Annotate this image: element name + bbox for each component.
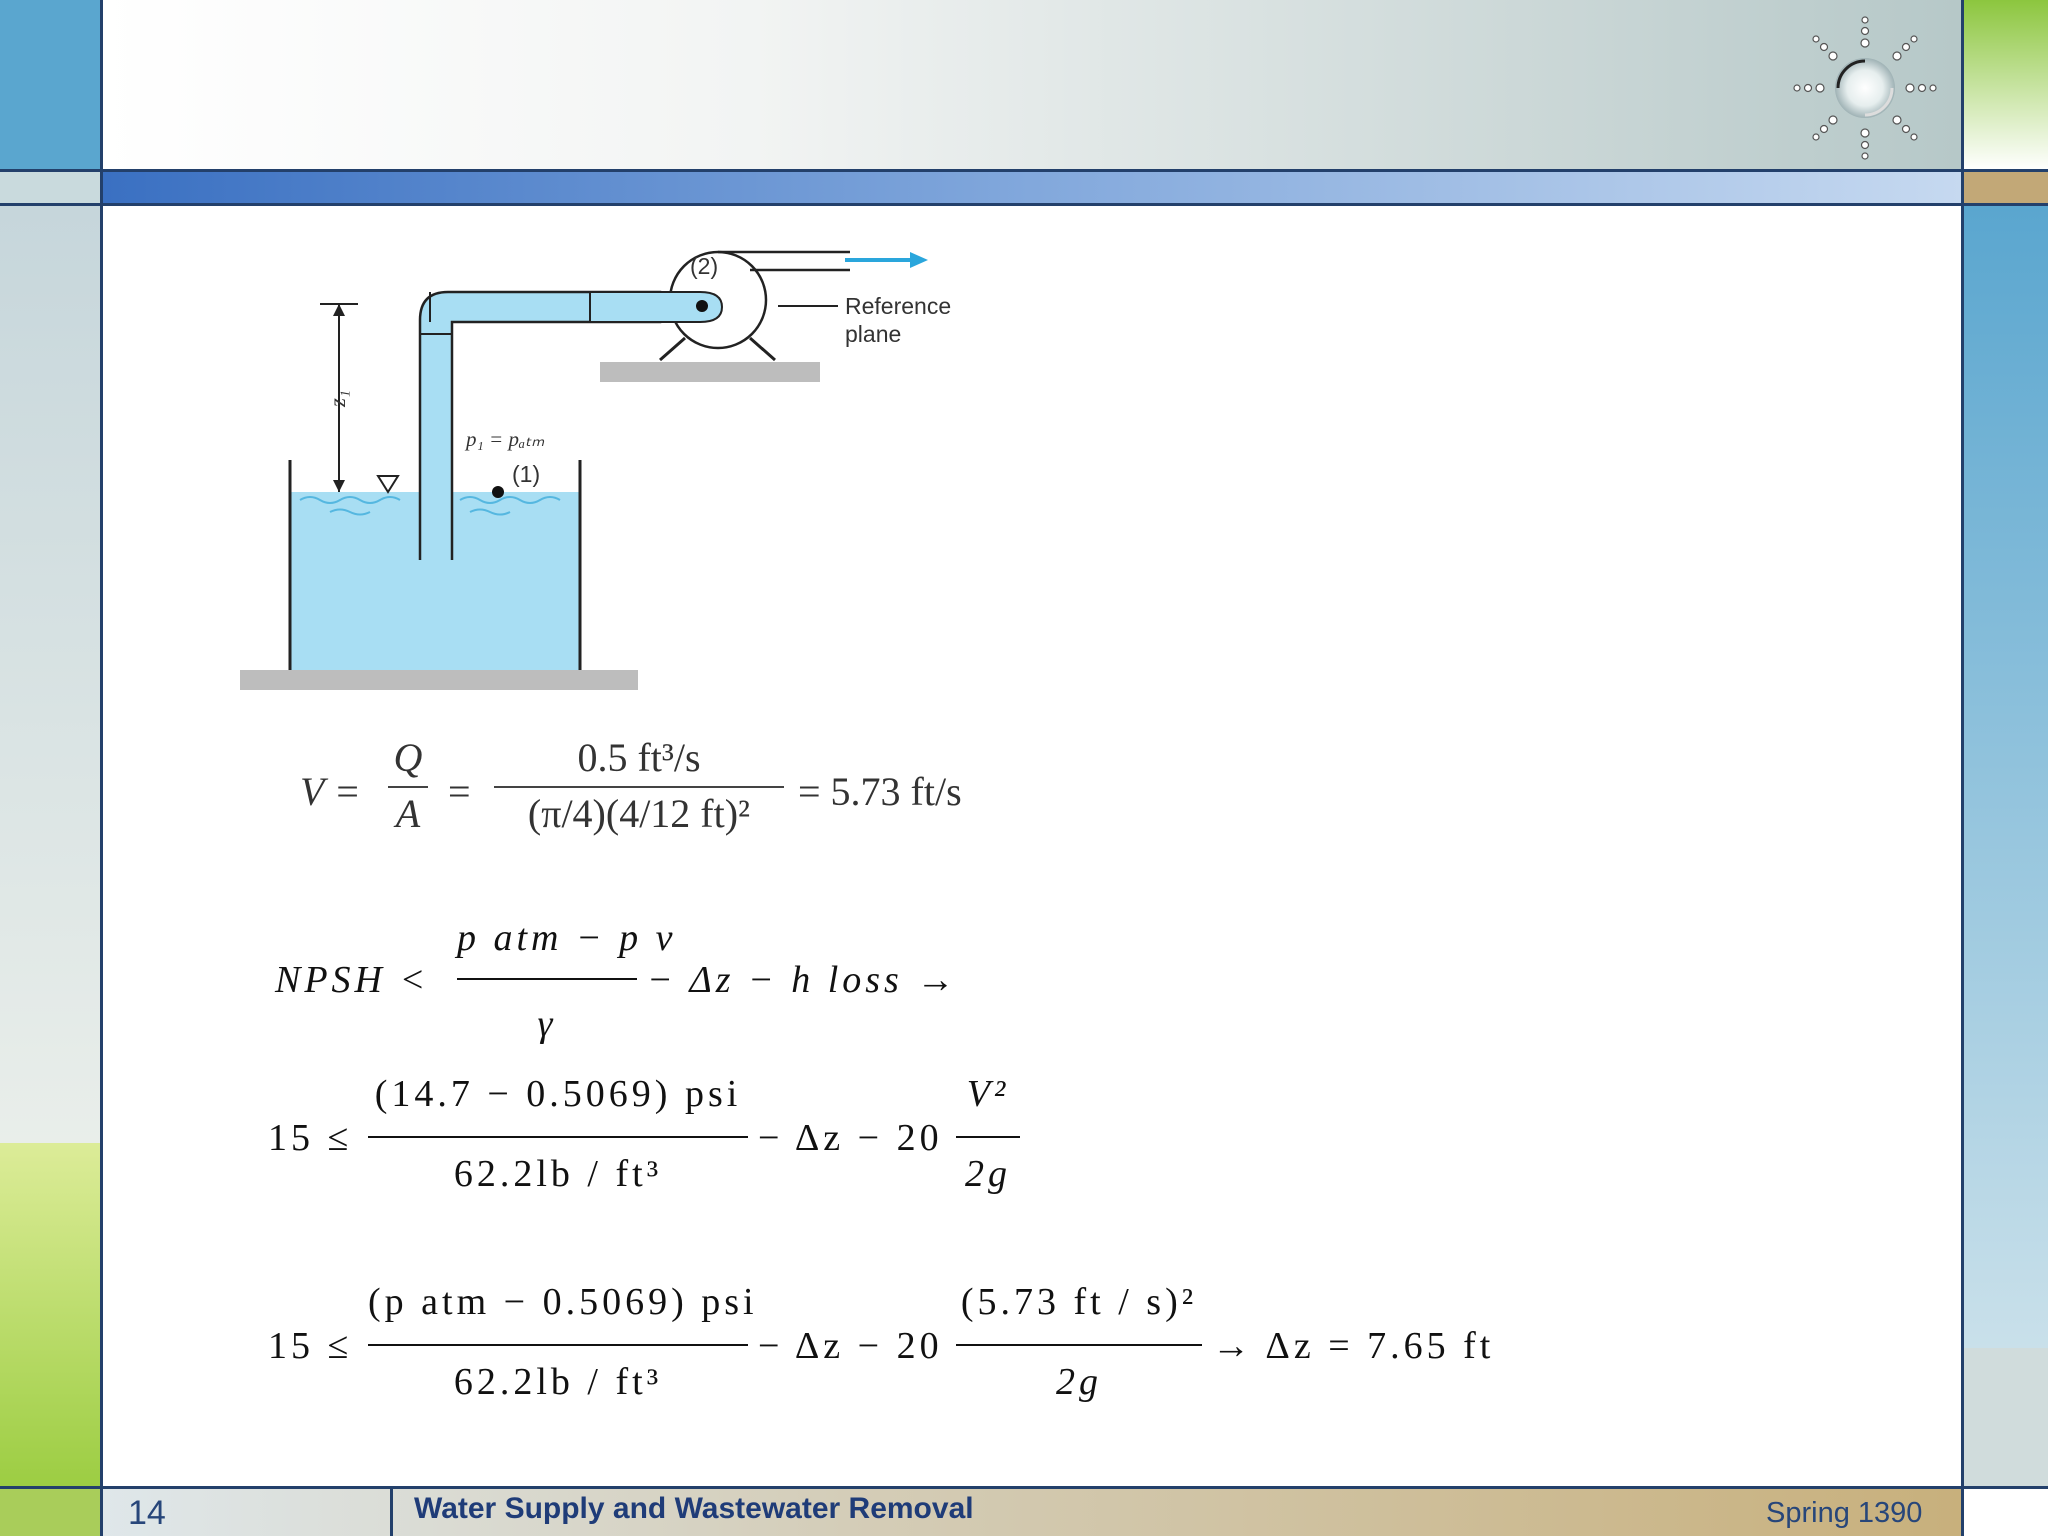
header-divider-top xyxy=(0,169,2048,172)
left-column-green xyxy=(0,1143,102,1488)
point-2-dot xyxy=(696,300,708,312)
right-column-band xyxy=(1963,170,2048,205)
right-column-top xyxy=(1963,0,2048,170)
eq2-middle: − Δz − 20 xyxy=(758,1117,943,1159)
eq3-lhs: 15 ≤ xyxy=(268,1325,353,1367)
header-gradient-band xyxy=(102,170,1963,205)
footer-separator xyxy=(390,1488,393,1536)
q-numerator: Q xyxy=(393,735,423,780)
page-number: 14 xyxy=(128,1494,166,1532)
eq3-v-numerator: (5.73 ft / s)² xyxy=(960,1281,1198,1323)
npsh-denominator: γ xyxy=(537,1003,557,1045)
point-2-label: (2) xyxy=(690,253,718,279)
header-divider-bottom xyxy=(0,203,2048,206)
eq3-v-denominator: 2g xyxy=(1056,1361,1102,1403)
a-denominator: A xyxy=(395,791,421,836)
slide-header xyxy=(102,0,1963,170)
course-title: Water Supply and Wastewater Removal xyxy=(414,1492,974,1525)
free-surface-icon xyxy=(376,475,400,494)
tank-ground xyxy=(240,670,638,690)
slide-footer xyxy=(102,1488,1963,1536)
sun-logo-icon xyxy=(1793,16,1937,160)
p1-label: p₁ = pₐₜₘ xyxy=(464,427,545,451)
velocity-result: = 5.73 ft/s xyxy=(798,769,962,814)
right-column-lower xyxy=(1963,1348,2048,1488)
eq2-lhs: 15 ≤ xyxy=(268,1117,353,1159)
left-column-top xyxy=(0,0,102,170)
velocity-denominator: (π/4)(4/12 ft)² xyxy=(527,791,751,836)
pump-tank-diagram: (2) Reference plane z₁ p₁ = pₐₜₘ (1) xyxy=(240,250,951,690)
velocity-numerator: 0.5 ft³/s xyxy=(577,735,701,780)
eq2-v-numerator: V² xyxy=(966,1073,1010,1115)
z1-label: z₁ xyxy=(325,390,350,408)
point-1-dot xyxy=(492,486,504,498)
npsh-rest: − Δz − h loss → xyxy=(647,959,959,1001)
reference-label-plane: plane xyxy=(845,321,901,347)
npsh-numerator: p atm − p v xyxy=(457,917,677,959)
npsh-lhs: NPSH < xyxy=(275,959,430,1001)
term-label: Spring 1390 xyxy=(1766,1497,1923,1529)
pump-ground xyxy=(600,362,820,382)
eq3-denominator: 62.2lb / ft³ xyxy=(453,1361,663,1403)
eq3-numerator: (p atm − 0.5069) psi xyxy=(368,1281,758,1323)
point-1-label: (1) xyxy=(512,461,540,487)
right-column-middle xyxy=(1963,205,2048,1348)
left-divider-line xyxy=(100,0,103,1536)
velocity-eq-sign: = xyxy=(448,769,471,814)
left-column-middle xyxy=(0,205,102,1143)
eq2-numerator: (14.7 − 0.5069) psi xyxy=(374,1073,742,1115)
left-column-band xyxy=(0,170,102,205)
right-divider-line xyxy=(1961,0,1964,1536)
eq3-middle: − Δz − 20 xyxy=(758,1325,943,1367)
eq2-v-denominator: 2g xyxy=(965,1153,1011,1195)
reference-label: Reference xyxy=(845,293,951,319)
eq2-denominator: 62.2lb / ft³ xyxy=(453,1153,663,1195)
velocity-lhs: V = xyxy=(300,769,361,814)
eq3-result: → Δz = 7.65 ft xyxy=(1212,1325,1495,1367)
footer-divider xyxy=(0,1486,2048,1489)
left-column-bottom xyxy=(0,1488,102,1536)
right-column-bottom xyxy=(1963,1488,2048,1536)
